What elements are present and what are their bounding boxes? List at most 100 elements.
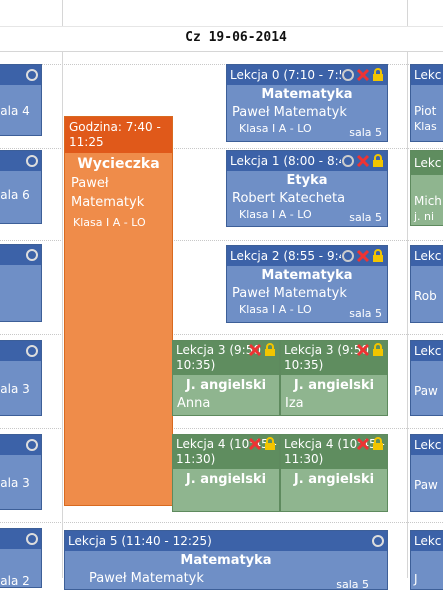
lesson-header: Lekcja 3 (9:50 - 10:35) — [173, 341, 279, 375]
lesson-time: Lekcja 0 (7:10 - 7:55) — [230, 68, 359, 82]
refresh-icon[interactable] — [25, 248, 39, 262]
trip-title: Wycieczka — [77, 156, 160, 172]
next-day-lesson[interactable]: Lekc Rob — [410, 245, 443, 323]
next-day-lesson[interactable]: Lekc J — [410, 530, 443, 590]
lesson-header: Lekcja 4 (10:45 - 11:30) — [281, 435, 387, 469]
prev-day-lesson[interactable]: sala 3 — [0, 434, 42, 510]
column-divider — [62, 0, 63, 578]
lesson-header: Lekcja 1 (8:00 - 8:45) — [227, 151, 387, 171]
lesson-header: Lekc — [411, 65, 443, 85]
grid-line — [0, 522, 443, 523]
lock-icon[interactable] — [371, 437, 385, 451]
lesson-room: sala 5 — [349, 126, 382, 139]
delete-icon[interactable] — [248, 343, 262, 357]
lesson-4-group-b[interactable]: Lekcja 4 (10:45 - 11:30) J. angielski — [280, 434, 388, 512]
lesson-header: Lekcja 5 (11:40 - 12:25) — [65, 531, 387, 551]
trip-teacher: Paweł Matematyk — [71, 176, 145, 210]
delete-icon[interactable] — [356, 437, 370, 451]
column-divider — [407, 0, 408, 578]
lesson-header: Lekc — [411, 246, 443, 266]
refresh-icon[interactable] — [25, 154, 39, 168]
lesson-teacher: Robert Katecheta — [232, 191, 346, 206]
lesson-header: Lekcja 4 (10:45 - 11:30) — [173, 435, 279, 469]
lesson-header: Lekcja 3 (9:50 - 10:35) — [281, 341, 387, 375]
teacher-label: J — [414, 572, 418, 586]
lesson-3-group-b[interactable]: Lekcja 3 (9:50 - 10:35) J. angielski Iza — [280, 340, 388, 416]
lesson-subject: Matematyka — [180, 553, 272, 568]
lesson-room: sala 5 — [349, 211, 382, 224]
next-day-lesson[interactable]: Lekc Mich j. ni — [410, 150, 443, 226]
delete-icon[interactable] — [356, 154, 370, 168]
lesson-2[interactable]: Lekcja 2 (8:55 - 9:40) Matematyka Paweł … — [226, 245, 388, 323]
lesson-subject: J. angielski — [185, 472, 267, 487]
room-label: sala 3 — [0, 476, 30, 490]
room-label: sala 4 — [0, 104, 30, 118]
next-day-lesson[interactable]: Lekc Paw — [410, 340, 443, 416]
prev-day-lesson[interactable] — [0, 244, 42, 322]
trip-time: Godzina: 7:40 - 11:25 — [65, 117, 172, 153]
refresh-icon[interactable] — [341, 249, 355, 263]
lesson-teacher: Paweł Matematyk — [232, 286, 347, 301]
room-label: sala 2 — [0, 574, 30, 588]
lesson-room: sala 5 — [349, 307, 382, 320]
prev-day-lesson[interactable]: sala 3 — [0, 340, 42, 416]
refresh-icon[interactable] — [25, 68, 39, 82]
lesson-3-group-a[interactable]: Lekcja 3 (9:50 - 10:35) J. angielski Ann… — [172, 340, 280, 416]
refresh-icon[interactable] — [25, 344, 39, 358]
lesson-header — [0, 245, 41, 265]
lesson-header: Lekc — [411, 435, 443, 455]
teacher-label: Rob — [414, 289, 437, 303]
lesson-header: Lekcja 2 (8:55 - 9:40) — [227, 246, 387, 266]
prev-day-lesson[interactable]: sala 2 — [0, 528, 42, 588]
lock-icon[interactable] — [263, 343, 277, 357]
lock-icon[interactable] — [371, 249, 385, 263]
lesson-teacher: Iza — [285, 396, 304, 411]
trip-class: Klasa I A - LO — [73, 216, 146, 229]
teacher-label: Mich — [414, 194, 442, 208]
lesson-time: Lekcja 5 (11:40 - 12:25) — [68, 534, 212, 548]
teacher-label: Paw — [414, 478, 438, 492]
next-day-lesson[interactable]: Lekc Paw — [410, 434, 443, 512]
lesson-header: Lekc — [411, 341, 443, 361]
lesson-header — [0, 341, 41, 361]
refresh-icon[interactable] — [341, 68, 355, 82]
teacher-label: Paw — [414, 384, 438, 398]
lesson-room: sala 5 — [336, 578, 369, 590]
prev-day-lesson[interactable]: sala 4 — [0, 64, 42, 136]
next-day-lesson[interactable]: Lekc Piot Klas — [410, 64, 443, 142]
room-label: sala 6 — [0, 188, 30, 202]
lesson-0[interactable]: Lekcja 0 (7:10 - 7:55) Matematyka Paweł … — [226, 64, 388, 142]
prev-day-lesson[interactable]: sala 6 — [0, 150, 42, 224]
refresh-icon[interactable] — [25, 532, 39, 546]
lesson-subject: Etyka — [286, 173, 328, 188]
lesson-subject: Matematyka — [261, 268, 353, 283]
refresh-icon[interactable] — [341, 154, 355, 168]
delete-icon[interactable] — [356, 249, 370, 263]
lesson-header — [0, 151, 41, 171]
refresh-icon[interactable] — [371, 534, 385, 548]
delete-icon[interactable] — [248, 437, 262, 451]
day-header: Cz 19-06-2014 — [185, 30, 287, 45]
lesson-subject: J. angielski — [293, 378, 375, 393]
lesson-header: Lekc — [411, 531, 443, 551]
lesson-header — [0, 435, 41, 455]
lesson-time: Lekcja 1 (8:00 - 8:45) — [230, 154, 359, 168]
trip-event[interactable]: Godzina: 7:40 - 11:25 Wycieczka Paweł Ma… — [64, 116, 173, 506]
lock-icon[interactable] — [371, 154, 385, 168]
lock-icon[interactable] — [263, 437, 277, 451]
lesson-4-group-a[interactable]: Lekcja 4 (10:45 - 11:30) J. angielski — [172, 434, 280, 512]
lesson-5[interactable]: Lekcja 5 (11:40 - 12:25) Matematyka Pawe… — [64, 530, 388, 590]
lesson-header — [0, 65, 41, 85]
lock-icon[interactable] — [371, 343, 385, 357]
lesson-time: Lekcja 2 (8:55 - 9:40) — [230, 249, 359, 263]
lock-icon[interactable] — [371, 68, 385, 82]
refresh-icon[interactable] — [25, 438, 39, 452]
delete-icon[interactable] — [356, 68, 370, 82]
lesson-teacher: Paweł Matematyk — [232, 105, 347, 120]
lesson-subject: J. angielski — [293, 472, 375, 487]
delete-icon[interactable] — [356, 343, 370, 357]
lesson-teacher: Anna — [177, 396, 211, 411]
lesson-1[interactable]: Lekcja 1 (8:00 - 8:45) Etyka Robert Kate… — [226, 150, 388, 227]
lesson-header: Lekc — [411, 151, 443, 175]
lesson-subject: J. angielski — [185, 378, 267, 393]
